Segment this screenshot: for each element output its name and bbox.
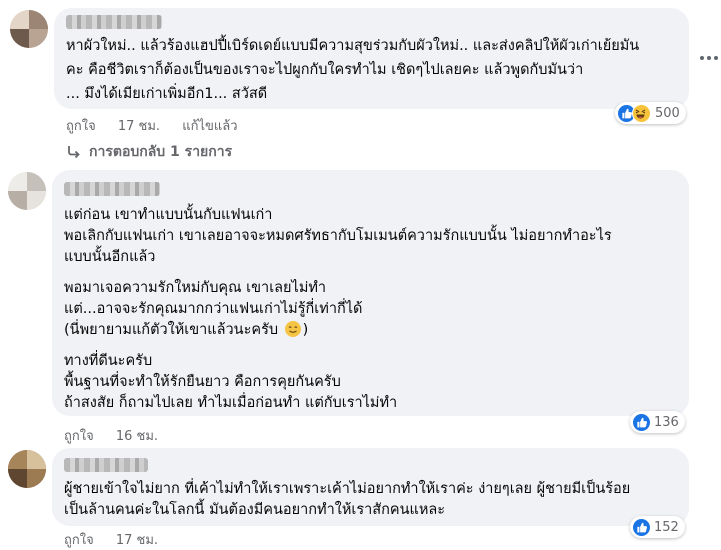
reaction-count: 500: [655, 105, 680, 121]
avatar[interactable]: [8, 450, 46, 488]
comment-text-line: พอเลิกกับแฟนเก่า เขาเลยอาจจะหมดศรัทธากับ…: [64, 228, 612, 244]
reaction-count: 152: [654, 519, 679, 535]
author-name[interactable]: [64, 182, 160, 196]
author-name[interactable]: [66, 15, 162, 29]
smile-emoji-icon: [284, 321, 301, 337]
comment-text-line: แต่...อาจจะรักคุณมากกว่าแฟนเก่าไม่รู้กี่…: [64, 301, 363, 317]
reaction-summary[interactable]: 500: [615, 102, 686, 124]
comment-text-line: พอมาเจอความรักใหม่กับคุณ เขาเลยไม่ทำ: [64, 280, 327, 296]
avatar[interactable]: [10, 10, 48, 48]
timestamp[interactable]: 16 ชม.: [116, 429, 158, 444]
reaction-summary[interactable]: 136: [630, 411, 685, 433]
replies-label[interactable]: การตอบกลับ 1 รายการ: [89, 141, 232, 163]
like-icon: [633, 413, 650, 431]
like-button[interactable]: ถูกใจ: [66, 119, 96, 134]
author-name[interactable]: [64, 458, 148, 472]
like-button[interactable]: ถูกใจ: [64, 429, 94, 444]
haha-icon: [632, 103, 651, 123]
comment-actions: ถูกใจ 17 ชม. แก้ไขแล้ว: [66, 115, 256, 136]
comment-text-segment: (นี่พยายามแก้ตัวให้เขาแล้วนะครับ: [64, 322, 279, 338]
reaction-count: 136: [654, 414, 679, 430]
comment-text-line: (นี่พยายามแก้ตัวให้เขาแล้วนะครับ ): [64, 320, 308, 341]
avatar[interactable]: [8, 172, 46, 210]
comment-text-line: ทางที่ดีนะครับ: [64, 353, 153, 369]
comment-text-line: ถ้าสงสัย ก็ถามไปเลย ทำไมเมื่อก่อนทำ แต่ก…: [64, 395, 398, 411]
comment-text-line: เป็นล้านคนค่ะในโลกนี้ มันต้องมีคนอยากทำใ…: [64, 502, 446, 518]
comment-actions: ถูกใจ 16 ชม.: [64, 425, 176, 446]
view-replies-link[interactable]: การตอบกลับ 1 รายการ: [66, 141, 232, 163]
edited-label: แก้ไขแล้ว: [182, 119, 238, 134]
comment-text-line: พื้นฐานที่จะทำให้รักยืนยาว คือการคุยกันค…: [64, 374, 341, 390]
like-icon: [633, 518, 650, 536]
comment-text-line: ... มึงได้เมียเก่าเพิ่มอีก1... สวัสดี: [66, 86, 268, 102]
timestamp[interactable]: 17 ชม.: [118, 119, 160, 134]
comment-text-line: แต่ก่อน เขาทำแบบนั้นกับแฟนเก่า: [64, 207, 273, 223]
comment-text-line: ผู้ชายเข้าใจไม่ยาก ที่เค้าไม่ทำให้เราเพร…: [64, 481, 631, 497]
reaction-summary[interactable]: 152: [630, 516, 685, 538]
comment-text-line: คะ คือชีวิตเราก็ต้องเป็นของเราจะไปผูกกับ…: [66, 62, 584, 78]
comment-text-line: แบบนั้นอีกแล้ว: [64, 249, 156, 265]
comment-actions: ถูกใจ 17 ชม.: [64, 529, 176, 550]
reply-arrow-icon: [66, 144, 82, 160]
more-options-icon[interactable]: [699, 55, 719, 61]
comment-text-segment: ): [302, 322, 309, 338]
comment-text-line: หาผัวใหม่.. แล้วร้องแฮปปี้เบิร์ดเดย์แบบม…: [66, 38, 640, 54]
